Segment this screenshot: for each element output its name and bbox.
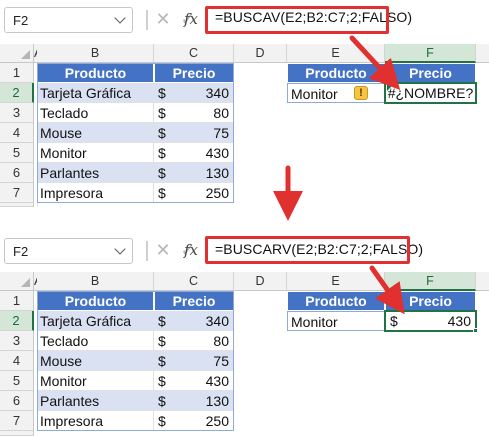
annotation-overlay — [273, 35, 405, 315]
red-arrow-icon — [349, 35, 401, 91]
red-arrow-icon — [369, 265, 405, 315]
